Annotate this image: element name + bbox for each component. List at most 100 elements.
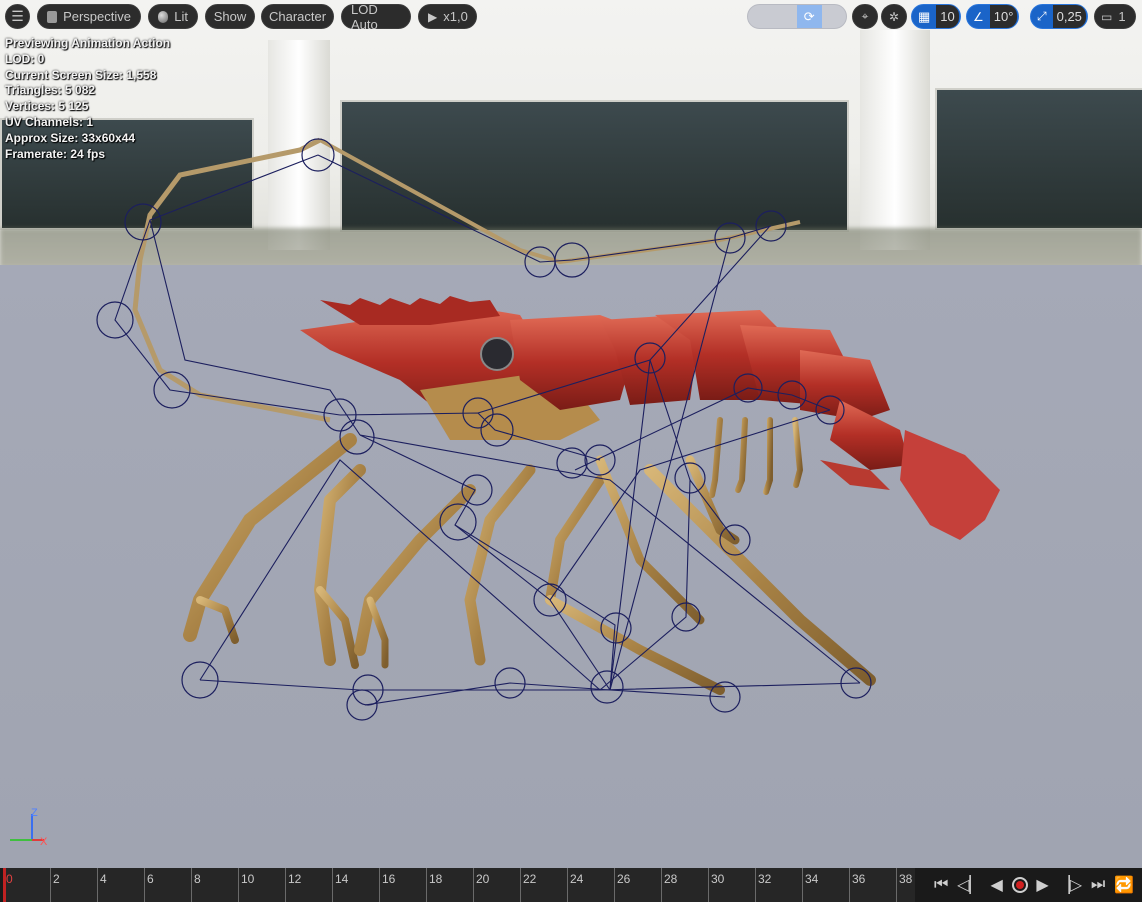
timeline-tick-label: 30 — [711, 872, 725, 886]
skip-to-end-icon[interactable]: ⏭ — [1091, 876, 1105, 894]
timeline-tick-label: 2 — [53, 872, 60, 886]
snap-icon: ✲ — [888, 9, 900, 24]
axis-gizmo: Z X — [10, 807, 48, 848]
skip-to-start-icon[interactable]: ⏮ — [934, 876, 948, 894]
step-back-icon[interactable]: ◁▏ — [957, 875, 982, 895]
lit-button[interactable]: Lit — [148, 4, 198, 29]
step-forward-icon[interactable]: ▕▷ — [1057, 875, 1082, 895]
timeline-tick-label: 38 — [899, 872, 913, 886]
timeline-tick-label: 10 — [241, 872, 255, 886]
timeline-tick — [708, 868, 709, 902]
translate-mode-button[interactable] — [748, 5, 773, 28]
animation-timeline[interactable]: 0 2 4 6 8 10 12 14 16 18 20 22 24 26 28 30 32 34 36 38 ⏮ ◁▏… — [0, 868, 1142, 902]
stats-preview-label: Previewing Animation Action — [5, 36, 171, 50]
rotation-snap-button[interactable]: ∠ 10° — [966, 4, 1019, 29]
transform-mode-group[interactable]: ⟳ — [747, 4, 847, 29]
grid-snap-value: 10 — [936, 5, 959, 28]
grid-icon: ▦ — [918, 8, 931, 24]
refresh-icon[interactable]: ⟳ — [797, 5, 822, 28]
coordinate-system-button[interactable]: ⌖ — [852, 4, 878, 29]
timeline-tick — [379, 868, 380, 902]
play-reverse-icon[interactable]: ◀ — [991, 875, 1003, 895]
show-button[interactable]: Show — [205, 4, 255, 29]
world-icon: ⌖ — [861, 9, 869, 23]
timeline-playhead[interactable] — [3, 868, 6, 902]
scale-icon: ⤢ — [1037, 9, 1047, 23]
rotate-mode-button[interactable] — [773, 5, 798, 28]
stats-triangles: Triangles: 5 082 — [5, 83, 96, 98]
timeline-tick — [144, 868, 145, 902]
timeline-tick — [332, 868, 333, 902]
timeline-tick-label: 18 — [429, 872, 443, 886]
stats-uv-channels: UV Channels: 1 — [5, 114, 94, 129]
timeline-tick-label: 14 — [335, 872, 349, 886]
cube-icon — [47, 10, 58, 23]
timeline-tick — [802, 868, 803, 902]
show-label: Show — [213, 9, 247, 24]
timeline-tick-label: 4 — [100, 872, 107, 886]
shrimp-model[interactable] — [0, 0, 1142, 868]
timeline-tick — [473, 868, 474, 902]
timeline-tick-label: 34 — [805, 872, 819, 886]
timeline-tick — [97, 868, 98, 902]
rotation-snap-value: 10° — [989, 5, 1018, 28]
camera-speed-button[interactable]: ▭ 1 — [1094, 4, 1136, 29]
stats-screen-size: Current Screen Size: 1,558 — [5, 67, 157, 82]
grid-snap-button[interactable]: ▦ 10 — [911, 4, 961, 29]
timeline-tick-label: 8 — [194, 872, 201, 886]
shrimp-antenna — [132, 137, 331, 423]
timeline-tick — [661, 868, 662, 902]
stats-vertices: Vertices: 5 125 — [5, 99, 89, 114]
timeline-tick-label: 26 — [617, 872, 631, 886]
record-icon[interactable] — [1011, 877, 1028, 893]
viewport[interactable]: Previewing Animation Action LOD: 0 Curre… — [0, 0, 1142, 868]
timeline-tick-label: 16 — [382, 872, 396, 886]
timeline-tick-label: 6 — [147, 872, 154, 886]
playback-speed-button[interactable]: ▶ x1,0 — [418, 4, 477, 29]
timeline-tick — [614, 868, 615, 902]
timeline-tick — [520, 868, 521, 902]
hamburger-icon: ☰ — [11, 8, 24, 24]
perspective-label: Perspective — [63, 9, 131, 24]
character-button[interactable]: Character — [261, 4, 334, 29]
sphere-icon — [158, 10, 169, 23]
play-forward-icon[interactable]: ▶ — [1036, 875, 1048, 895]
timeline-tick — [238, 868, 239, 902]
timeline-tick — [896, 868, 897, 902]
stats-approx-size: Approx Size: 33x60x44 — [5, 130, 136, 145]
shrimp-legs — [183, 417, 876, 695]
timeline-tick — [50, 868, 51, 902]
lit-label: Lit — [174, 9, 188, 24]
timeline-tick-label: 28 — [664, 872, 678, 886]
timeline-tick-label: 22 — [523, 872, 537, 886]
timeline-tick — [755, 868, 756, 902]
scale-snap-value: 0,25 — [1052, 5, 1086, 28]
transport-controls: ⏮ ◁▏ ◀ ▶ ▕▷ ⏭ 🔁 — [930, 868, 1142, 902]
timeline-tick-label: 0 — [6, 872, 13, 886]
timeline-tick-label: 12 — [288, 872, 302, 886]
axis-x-label: X — [40, 836, 48, 848]
viewport-stats: Previewing Animation Action LOD: 0 Curre… — [5, 36, 170, 162]
character-label: Character — [268, 9, 327, 24]
timeline-ruler[interactable]: 0 2 4 6 8 10 12 14 16 18 20 22 24 26 28 30 32 34 36 38 — [3, 868, 915, 902]
perspective-button[interactable]: Perspective — [37, 4, 141, 29]
lod-button[interactable]: LOD Auto — [341, 1, 411, 32]
timeline-tick-label: 36 — [852, 872, 866, 886]
lod-label: LOD Auto — [351, 1, 378, 32]
loop-icon[interactable]: 🔁 — [1114, 875, 1134, 895]
scale-snap-button[interactable]: ⤢ 0,25 — [1030, 4, 1088, 29]
timeline-tick — [285, 868, 286, 902]
camera-icon: ▭ — [1101, 9, 1113, 24]
timeline-tick — [426, 868, 427, 902]
playback-speed-label: x1,0 — [443, 9, 468, 24]
surface-snap-button[interactable]: ✲ — [881, 4, 907, 29]
timeline-tick-label: 24 — [570, 872, 584, 886]
timeline-tick — [567, 868, 568, 902]
stats-framerate: Framerate: 24 fps — [5, 146, 106, 161]
viewport-menu-button[interactable]: ☰ — [5, 4, 30, 29]
camera-speed-value: 1 — [1118, 9, 1126, 24]
stats-lod: LOD: 0 — [5, 51, 45, 66]
timeline-tick — [191, 868, 192, 902]
play-icon: ▶ — [428, 9, 438, 24]
scale-mode-button[interactable] — [822, 5, 847, 28]
